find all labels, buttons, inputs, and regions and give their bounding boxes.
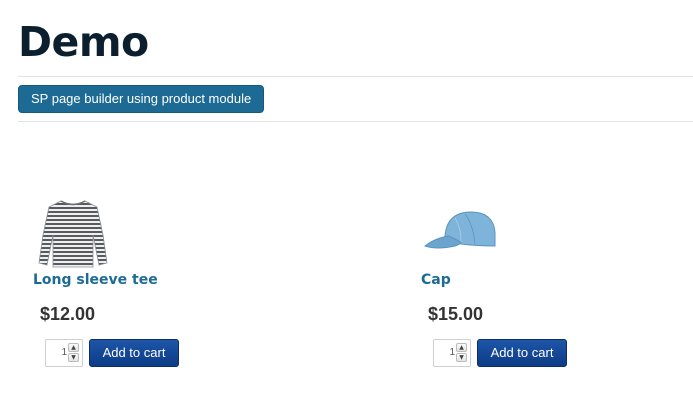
product-card-long-sleeve-tee: Long sleeve tee $12.00 1 ▲ ▼ Add to cart xyxy=(18,190,278,380)
long-sleeve-tee-image[interactable] xyxy=(33,195,113,270)
quantity-value[interactable]: 1 xyxy=(434,340,455,366)
quantity-stepper[interactable]: 1 ▲ ▼ xyxy=(45,339,83,367)
page-title: Demo xyxy=(18,16,149,68)
product-price: $12.00 xyxy=(40,304,95,325)
product-price: $15.00 xyxy=(428,304,483,325)
add-to-cart-button[interactable]: Add to cart xyxy=(89,339,179,367)
decrement-arrow-icon[interactable]: ▼ xyxy=(456,353,467,362)
divider-bottom xyxy=(18,121,693,122)
product-card-cap: Cap $15.00 1 ▲ ▼ Add to cart xyxy=(406,190,666,380)
quantity-stepper[interactable]: 1 ▲ ▼ xyxy=(433,339,471,367)
product-name-link[interactable]: Cap xyxy=(421,272,451,288)
decrement-arrow-icon[interactable]: ▼ xyxy=(68,353,79,362)
blue-cap-image[interactable] xyxy=(421,202,501,262)
module-title-badge[interactable]: SP page builder using product module xyxy=(18,85,264,113)
divider-top xyxy=(18,76,693,77)
add-to-cart-button[interactable]: Add to cart xyxy=(477,339,567,367)
increment-arrow-icon[interactable]: ▲ xyxy=(456,343,467,352)
increment-arrow-icon[interactable]: ▲ xyxy=(68,343,79,352)
quantity-value[interactable]: 1 xyxy=(46,340,67,366)
product-name-link[interactable]: Long sleeve tee xyxy=(33,272,158,288)
